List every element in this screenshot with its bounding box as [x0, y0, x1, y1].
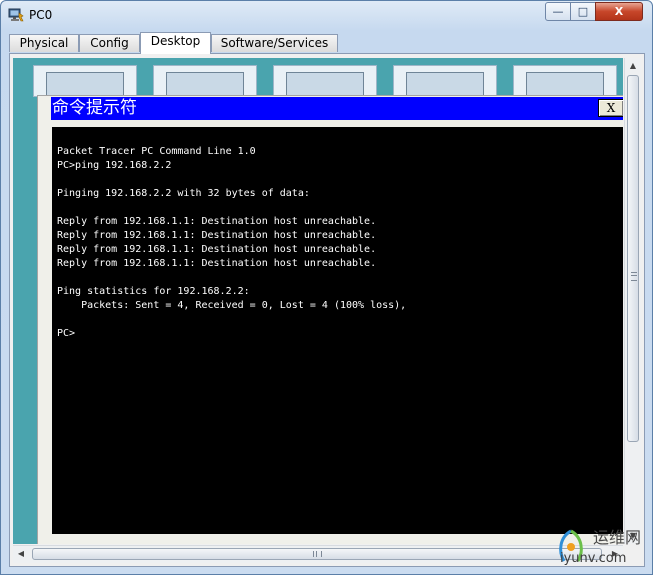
tab-software-services[interactable]: Software/Services [211, 34, 338, 52]
minimize-button[interactable]: — [545, 2, 571, 21]
tab-config[interactable]: Config [79, 34, 140, 52]
command-prompt-close-button[interactable]: X [598, 99, 623, 117]
console-line: Ping statistics for 192.168.2.2: [57, 286, 250, 297]
horizontal-scroll-thumb[interactable] [32, 548, 602, 560]
command-prompt-icon[interactable] [393, 65, 497, 100]
console-line: Reply from 192.168.1.1: Destination host… [57, 230, 377, 241]
watermark-en: iyunv.com [560, 551, 627, 566]
desktop-area: 命令提示符 X Packet Tracer PC Command Line 1.… [13, 58, 623, 544]
close-icon: X [614, 5, 624, 18]
dial-up-icon[interactable] [153, 65, 257, 100]
web-browser-icon[interactable] [513, 65, 617, 100]
maximize-button[interactable]: □ [570, 2, 596, 21]
ip-configuration-icon[interactable] [33, 65, 137, 100]
close-window-button[interactable]: X [595, 2, 643, 21]
console-line: Reply from 192.168.1.1: Destination host… [57, 244, 377, 255]
horizontal-scrollbar[interactable]: ◀ ▶ [13, 545, 623, 563]
command-prompt-title-bar[interactable]: 命令提示符 X [51, 97, 623, 120]
vertical-scrollbar[interactable]: ▲ ▼ [624, 58, 641, 544]
console-line: Reply from 192.168.1.1: Destination host… [57, 258, 377, 269]
scroll-left-icon[interactable]: ◀ [13, 546, 29, 562]
console-line: Pinging 192.168.2.2 with 32 bytes of dat… [57, 188, 310, 199]
scroll-up-icon[interactable]: ▲ [625, 58, 641, 74]
console-line: Packet Tracer PC Command Line 1.0 [57, 146, 256, 157]
console-line: Reply from 192.168.1.1: Destination host… [57, 216, 377, 227]
packet-tracer-pc-icon [8, 7, 24, 23]
pc0-window: PC0 — □ X Physical Config Desktop Softwa… [0, 0, 653, 575]
desktop-panel: 命令提示符 X Packet Tracer PC Command Line 1.… [9, 53, 645, 567]
console-line: PC>ping 192.168.2.2 [57, 160, 172, 171]
command-prompt-window: 命令提示符 X Packet Tracer PC Command Line 1.… [37, 95, 623, 544]
maximize-icon: □ [577, 5, 589, 18]
command-prompt-title: 命令提示符 [52, 98, 137, 118]
console-text: Packet Tracer PC Command Line 1.0 PC>pin… [52, 127, 623, 341]
console-line: PC> [57, 328, 76, 339]
vertical-scroll-thumb[interactable] [627, 75, 639, 442]
minimize-icon: — [552, 5, 564, 18]
tab-desktop[interactable]: Desktop [140, 32, 211, 54]
watermark-cn: 运维网 [593, 528, 642, 547]
tab-physical[interactable]: Physical [9, 34, 79, 52]
window-title: PC0 [29, 8, 53, 22]
terminal-icon[interactable] [273, 65, 377, 100]
console-line: Packets: Sent = 4, Received = 0, Lost = … [57, 300, 407, 311]
console-output[interactable]: Packet Tracer PC Command Line 1.0 PC>pin… [52, 127, 623, 534]
watermark: 运维网 iyunv.com [556, 527, 651, 571]
title-bar[interactable]: PC0 — □ X [1, 1, 652, 29]
